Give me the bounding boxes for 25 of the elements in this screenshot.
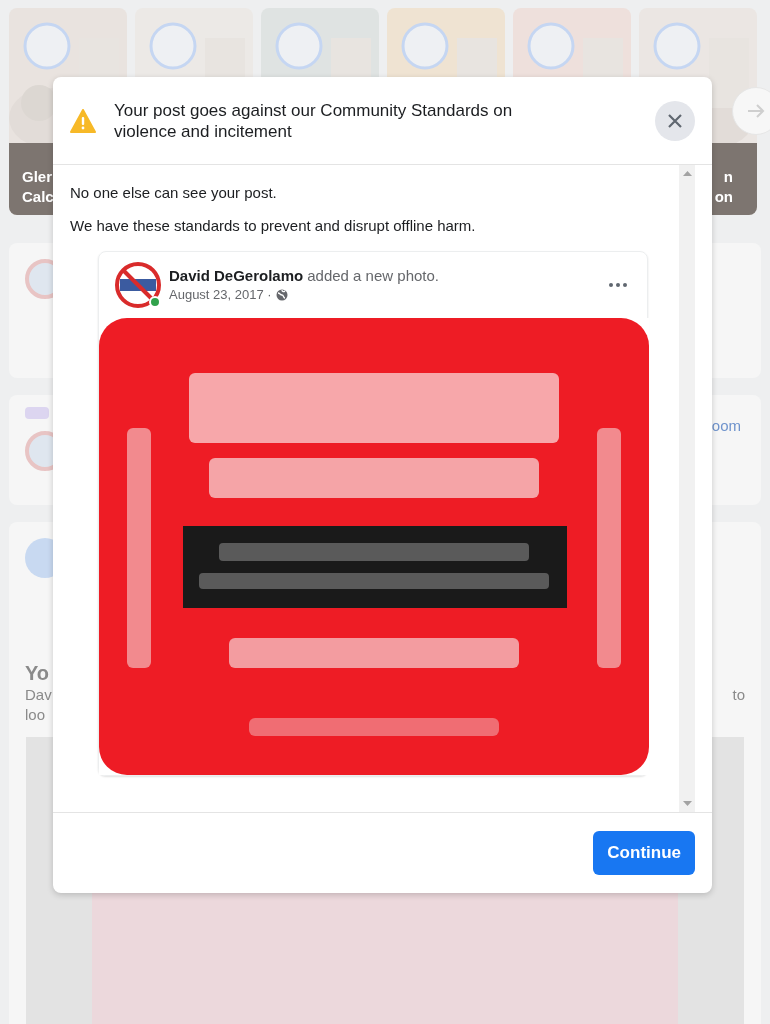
- post-text: to: [732, 685, 745, 705]
- story-name: n: [723, 167, 733, 187]
- dialog-title: Your post goes against our Community Standards on violence and incitement: [114, 99, 514, 142]
- scroll-up-icon[interactable]: [682, 171, 692, 176]
- no-symbol-avatar-icon: [115, 262, 161, 308]
- post-text: Dav: [25, 685, 52, 705]
- story-name: on: [714, 187, 733, 207]
- post-date[interactable]: August 23, 2017 ·: [169, 284, 272, 305]
- post-text: loo: [25, 705, 47, 725]
- scroll-down-icon[interactable]: [682, 801, 692, 806]
- continue-button[interactable]: Continue: [593, 831, 695, 875]
- post-action: added a new photo.: [307, 265, 439, 285]
- warning-icon: [70, 108, 96, 133]
- arrow-right-icon: [747, 104, 765, 118]
- video-icon: [25, 407, 49, 419]
- more-icon[interactable]: [609, 283, 627, 287]
- dialog-text: We have these standards to prevent and disrupt offline harm.: [70, 216, 477, 236]
- post-title: Yo: [25, 661, 51, 685]
- close-icon: [667, 112, 683, 129]
- story-name: Calc: [22, 187, 54, 207]
- dialog-text: No one else can see your post.: [70, 183, 278, 203]
- globe-icon: [275, 288, 288, 301]
- close-button[interactable]: [655, 100, 695, 141]
- author-name[interactable]: David DeGerolamo: [169, 265, 304, 285]
- story-name: Gler: [22, 167, 53, 187]
